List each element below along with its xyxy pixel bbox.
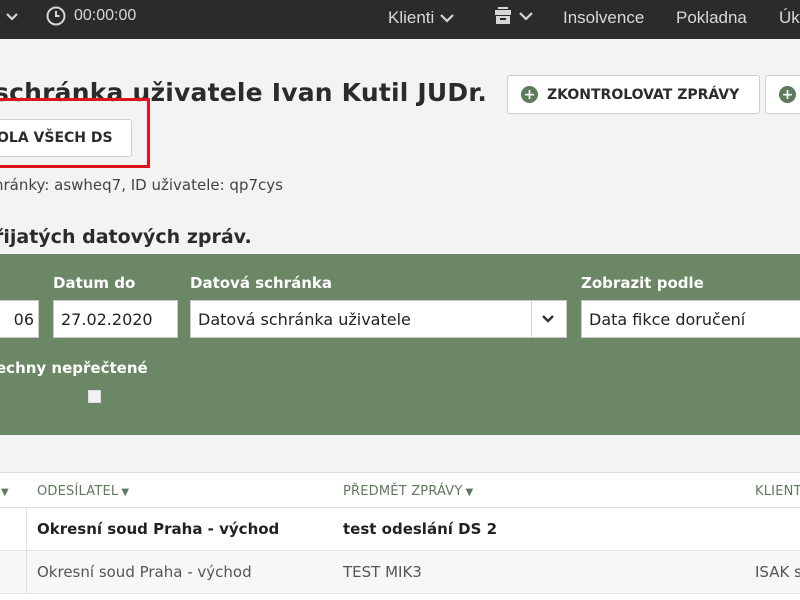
messages-table: ▼ ODESÍLATEL ▼ PŘEDMĚT ZPRÁVY ▼ KLIENT Okr…: [0, 472, 800, 600]
clock-icon: [46, 6, 66, 26]
date-to-input[interactable]: 27.02.2020: [53, 300, 178, 338]
archive-box-icon: [495, 7, 511, 24]
show-by-select[interactable]: Data fikce doručení: [581, 300, 800, 338]
select-divider: [531, 301, 532, 337]
table-row[interactable]: Okresní soud Praha - východ TEST MIK3 IS…: [0, 551, 800, 594]
date-from-value: 06: [13, 309, 34, 329]
row-lead-cell: [0, 508, 27, 550]
highlight-box: [0, 98, 150, 168]
top-navigation-bar: 00:00:00 Klienti Insolvence Pokladna Úk: [0, 0, 800, 39]
unread-label: echny nepřečtené: [0, 359, 148, 377]
filter-panel: 06 Datum do 27.02.2020 Datová schránka D…: [0, 254, 800, 435]
table-header: ▼ ODESÍLATEL ▼ PŘEDMĚT ZPRÁVY ▼ KLIENT: [0, 472, 800, 508]
nav-klienti[interactable]: Klienti: [388, 8, 455, 28]
plus-circle-icon: +: [779, 86, 796, 103]
nav-ukoly[interactable]: Úk: [779, 8, 800, 28]
mailbox-select-value: Datová schránka uživatele: [198, 309, 411, 329]
nav-klienti-label: Klienti: [388, 8, 435, 27]
mailbox-meta: hránky: aswheq7, ID uživatele: qp7cys: [0, 176, 283, 194]
show-by-label: Zobrazit podle: [581, 274, 704, 292]
show-by-value: Data fikce doručení: [589, 309, 746, 329]
table-row[interactable]: Okresní soud Praha - východ test odeslán…: [0, 508, 800, 551]
row-sender: Okresní soud Praha - východ: [37, 563, 252, 581]
timer[interactable]: 00:00:00: [46, 6, 136, 26]
add-button[interactable]: +: [765, 75, 800, 114]
mailbox-select[interactable]: Datová schránka uživatele: [190, 300, 567, 338]
unread-checkbox[interactable]: [88, 390, 101, 403]
timer-value: 00:00:00: [74, 7, 137, 24]
date-to-value: 27.02.2020: [61, 309, 153, 329]
sort-arrow-icon: ▼: [121, 487, 130, 498]
row-lead-cell: [0, 551, 27, 593]
row-subject: test odeslání DS 2: [343, 520, 498, 538]
sort-arrow-icon[interactable]: ▼: [0, 484, 9, 499]
row-client: ISAK s: [755, 563, 800, 581]
nav-insolvence[interactable]: Insolvence: [563, 8, 644, 28]
mailbox-label: Datová schránka: [190, 274, 332, 292]
section-title: řijatých datových zpráv.: [0, 226, 252, 248]
chevron-down-icon: [440, 14, 455, 23]
chevron-down-icon[interactable]: [6, 11, 18, 23]
row-sender: Okresní soud Praha - východ: [37, 520, 280, 538]
check-messages-label: ZKONTROLOVAT ZPRÁVY: [547, 86, 740, 103]
column-subject[interactable]: PŘEDMĚT ZPRÁVY ▼: [343, 484, 473, 499]
column-sender[interactable]: ODESÍLATEL ▼: [37, 484, 129, 499]
date-from-input[interactable]: 06: [0, 300, 39, 338]
column-client[interactable]: KLIENT: [755, 484, 800, 499]
nav-archive-menu[interactable]: [493, 6, 533, 26]
date-to-label: Datum do: [53, 274, 136, 292]
check-messages-button[interactable]: + ZKONTROLOVAT ZPRÁVY: [507, 75, 760, 114]
sort-arrow-icon: ▼: [465, 487, 474, 498]
chevron-down-icon: [542, 315, 554, 323]
nav-pokladna[interactable]: Pokladna: [676, 8, 747, 28]
plus-circle-icon: +: [521, 86, 538, 103]
chevron-down-icon: [519, 12, 533, 21]
row-subject: TEST MIK3: [343, 563, 422, 581]
